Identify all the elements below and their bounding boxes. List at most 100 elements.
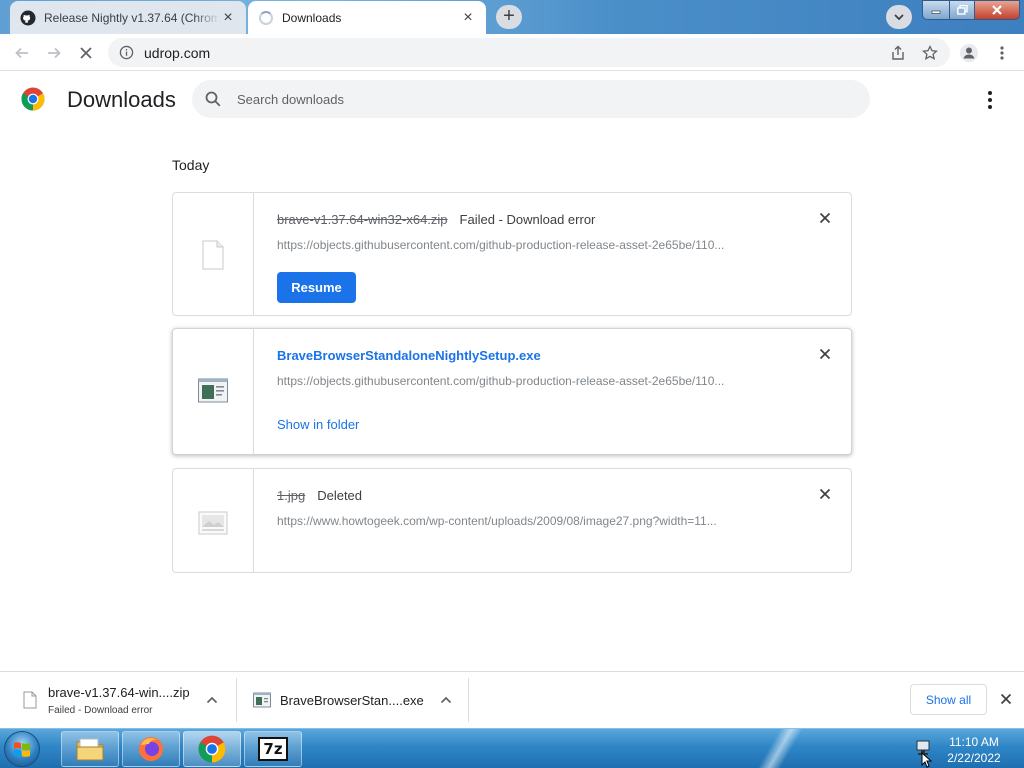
windows-taskbar: 7z 11:10 AM 2/22/2022 bbox=[0, 728, 1024, 768]
chevron-up-icon[interactable] bbox=[204, 692, 220, 708]
download-url[interactable]: https://objects.githubusercontent.com/gi… bbox=[277, 238, 771, 252]
close-icon bbox=[992, 5, 1002, 15]
share-icon bbox=[892, 45, 904, 60]
download-item: brave-v1.37.64-win32-x64.zip Failed - Dow… bbox=[172, 192, 852, 316]
clock-time: 11:10 AM bbox=[949, 735, 999, 749]
tab-release-nightly[interactable]: Release Nightly v1.37.64 (Chromium 99.0.… bbox=[10, 1, 246, 34]
browser-toolbar: udrop.com bbox=[0, 34, 1024, 71]
show-all-button[interactable]: Show all bbox=[910, 684, 987, 715]
mouse-cursor-icon bbox=[921, 752, 933, 768]
firefox-icon bbox=[139, 737, 163, 761]
address-bar[interactable]: udrop.com bbox=[108, 38, 950, 67]
download-url[interactable]: https://objects.githubusercontent.com/gi… bbox=[277, 374, 771, 388]
restore-button[interactable] bbox=[949, 0, 975, 20]
taskbar-7zip-button[interactable]: 7z bbox=[244, 731, 302, 767]
download-shelf: brave-v1.37.64-win....zip Failed - Downl… bbox=[0, 671, 1024, 728]
tab-downloads[interactable]: Downloads × bbox=[248, 1, 486, 34]
loading-spinner-icon bbox=[258, 10, 274, 26]
downloads-menu-button[interactable] bbox=[980, 88, 1000, 112]
show-in-folder-link[interactable]: Show in folder bbox=[277, 417, 359, 432]
taskbar-chrome-button[interactable] bbox=[183, 731, 241, 767]
close-icon bbox=[819, 488, 831, 500]
download-filename: brave-v1.37.64-win32-x64.zip bbox=[277, 212, 448, 227]
start-button[interactable] bbox=[4, 731, 40, 767]
back-button[interactable] bbox=[10, 41, 34, 65]
clock-date: 2/22/2022 bbox=[947, 751, 1001, 765]
search-downloads[interactable] bbox=[192, 80, 870, 118]
shelf-divider bbox=[236, 678, 237, 722]
forward-button[interactable] bbox=[42, 41, 66, 65]
tab-search-button[interactable] bbox=[886, 5, 912, 29]
download-item: 1.jpg Deleted https://www.howtogeek.com/w… bbox=[172, 468, 852, 573]
close-shelf-button[interactable] bbox=[997, 691, 1015, 709]
date-heading: Today bbox=[172, 157, 210, 173]
profile-button[interactable] bbox=[957, 41, 981, 65]
resume-button[interactable]: Resume bbox=[277, 272, 356, 303]
new-tab-button[interactable]: + bbox=[496, 5, 522, 29]
stop-loading-button[interactable] bbox=[74, 41, 98, 65]
download-url[interactable]: https://www.howtogeek.com/wp-content/upl… bbox=[277, 514, 771, 528]
remove-from-list-button[interactable] bbox=[817, 488, 833, 504]
7zip-label: 7z bbox=[263, 740, 283, 758]
minimize-icon bbox=[931, 10, 941, 14]
restore-icon bbox=[956, 5, 968, 15]
taskbar-firefox-button[interactable] bbox=[122, 731, 180, 767]
chrome-logo-icon bbox=[21, 87, 45, 111]
taskbar-glare bbox=[740, 729, 820, 768]
bookmark-button[interactable] bbox=[918, 41, 942, 65]
chrome-icon bbox=[198, 735, 226, 763]
tab-strip: Release Nightly v1.37.64 (Chromium 99.0.… bbox=[0, 0, 1024, 34]
installer-file-icon bbox=[197, 375, 229, 407]
shelf-item-brave-zip[interactable]: brave-v1.37.64-win....zip Failed - Downl… bbox=[20, 678, 226, 722]
address-url: udrop.com bbox=[144, 44, 211, 61]
shelf-divider bbox=[468, 678, 469, 722]
shelf-item-status: Failed - Download error bbox=[48, 704, 153, 716]
download-name-line: BraveBrowserStandaloneNightlySetup.exe bbox=[277, 348, 541, 363]
more-vert-icon bbox=[1000, 46, 1004, 60]
download-status: Failed - Download error bbox=[459, 212, 596, 227]
star-icon bbox=[922, 45, 938, 60]
download-status: Deleted bbox=[317, 488, 363, 503]
tab-title: Downloads bbox=[282, 10, 342, 25]
shelf-item-name: brave-v1.37.64-win....zip bbox=[48, 684, 190, 700]
page-title: Downloads bbox=[67, 87, 176, 112]
blank-file-icon bbox=[20, 690, 40, 710]
taskbar-explorer-button[interactable] bbox=[61, 731, 119, 767]
download-name-line: brave-v1.37.64-win32-x64.zip Failed - Dow… bbox=[277, 212, 595, 227]
github-icon bbox=[20, 10, 36, 26]
search-icon bbox=[205, 91, 221, 107]
7zip-icon: 7z bbox=[258, 737, 288, 761]
site-info-icon[interactable] bbox=[118, 45, 134, 61]
icon-column bbox=[173, 469, 254, 572]
chevron-up-icon[interactable] bbox=[438, 692, 454, 708]
image-file-icon bbox=[197, 507, 229, 539]
close-window-button[interactable] bbox=[974, 0, 1020, 20]
shelf-item-brave-exe[interactable]: BraveBrowserStan....exe bbox=[252, 678, 458, 722]
download-item: BraveBrowserStandaloneNightlySetup.exe h… bbox=[172, 328, 852, 455]
folder-icon bbox=[76, 738, 104, 761]
forward-arrow-icon bbox=[48, 47, 61, 59]
tab-close-icon[interactable]: × bbox=[460, 9, 476, 26]
shelf-item-name: BraveBrowserStan....exe bbox=[280, 692, 424, 708]
blank-file-icon bbox=[197, 239, 229, 271]
download-filename: 1.jpg bbox=[277, 488, 306, 503]
search-input[interactable] bbox=[237, 91, 837, 107]
close-icon bbox=[1000, 693, 1012, 705]
close-icon bbox=[819, 348, 831, 360]
tab-close-icon[interactable]: × bbox=[220, 9, 236, 26]
minimize-button[interactable] bbox=[922, 0, 950, 20]
download-filename-link[interactable]: BraveBrowserStandaloneNightlySetup.exe bbox=[277, 348, 541, 363]
close-icon bbox=[819, 212, 831, 224]
browser-menu-button[interactable] bbox=[990, 41, 1014, 65]
system-clock[interactable]: 11:10 AM 2/22/2022 bbox=[942, 734, 1006, 766]
windows-logo-icon bbox=[14, 742, 30, 757]
download-name-line: 1.jpg Deleted bbox=[277, 488, 362, 503]
share-button[interactable] bbox=[886, 41, 910, 65]
chevron-down-icon bbox=[894, 14, 904, 21]
remove-from-list-button[interactable] bbox=[817, 212, 833, 228]
tab-title: Release Nightly v1.37.64 (Chromium 99.0.… bbox=[44, 10, 220, 25]
installer-file-icon bbox=[252, 690, 272, 710]
remove-from-list-button[interactable] bbox=[817, 348, 833, 364]
icon-column bbox=[173, 329, 254, 454]
close-icon bbox=[80, 47, 92, 59]
